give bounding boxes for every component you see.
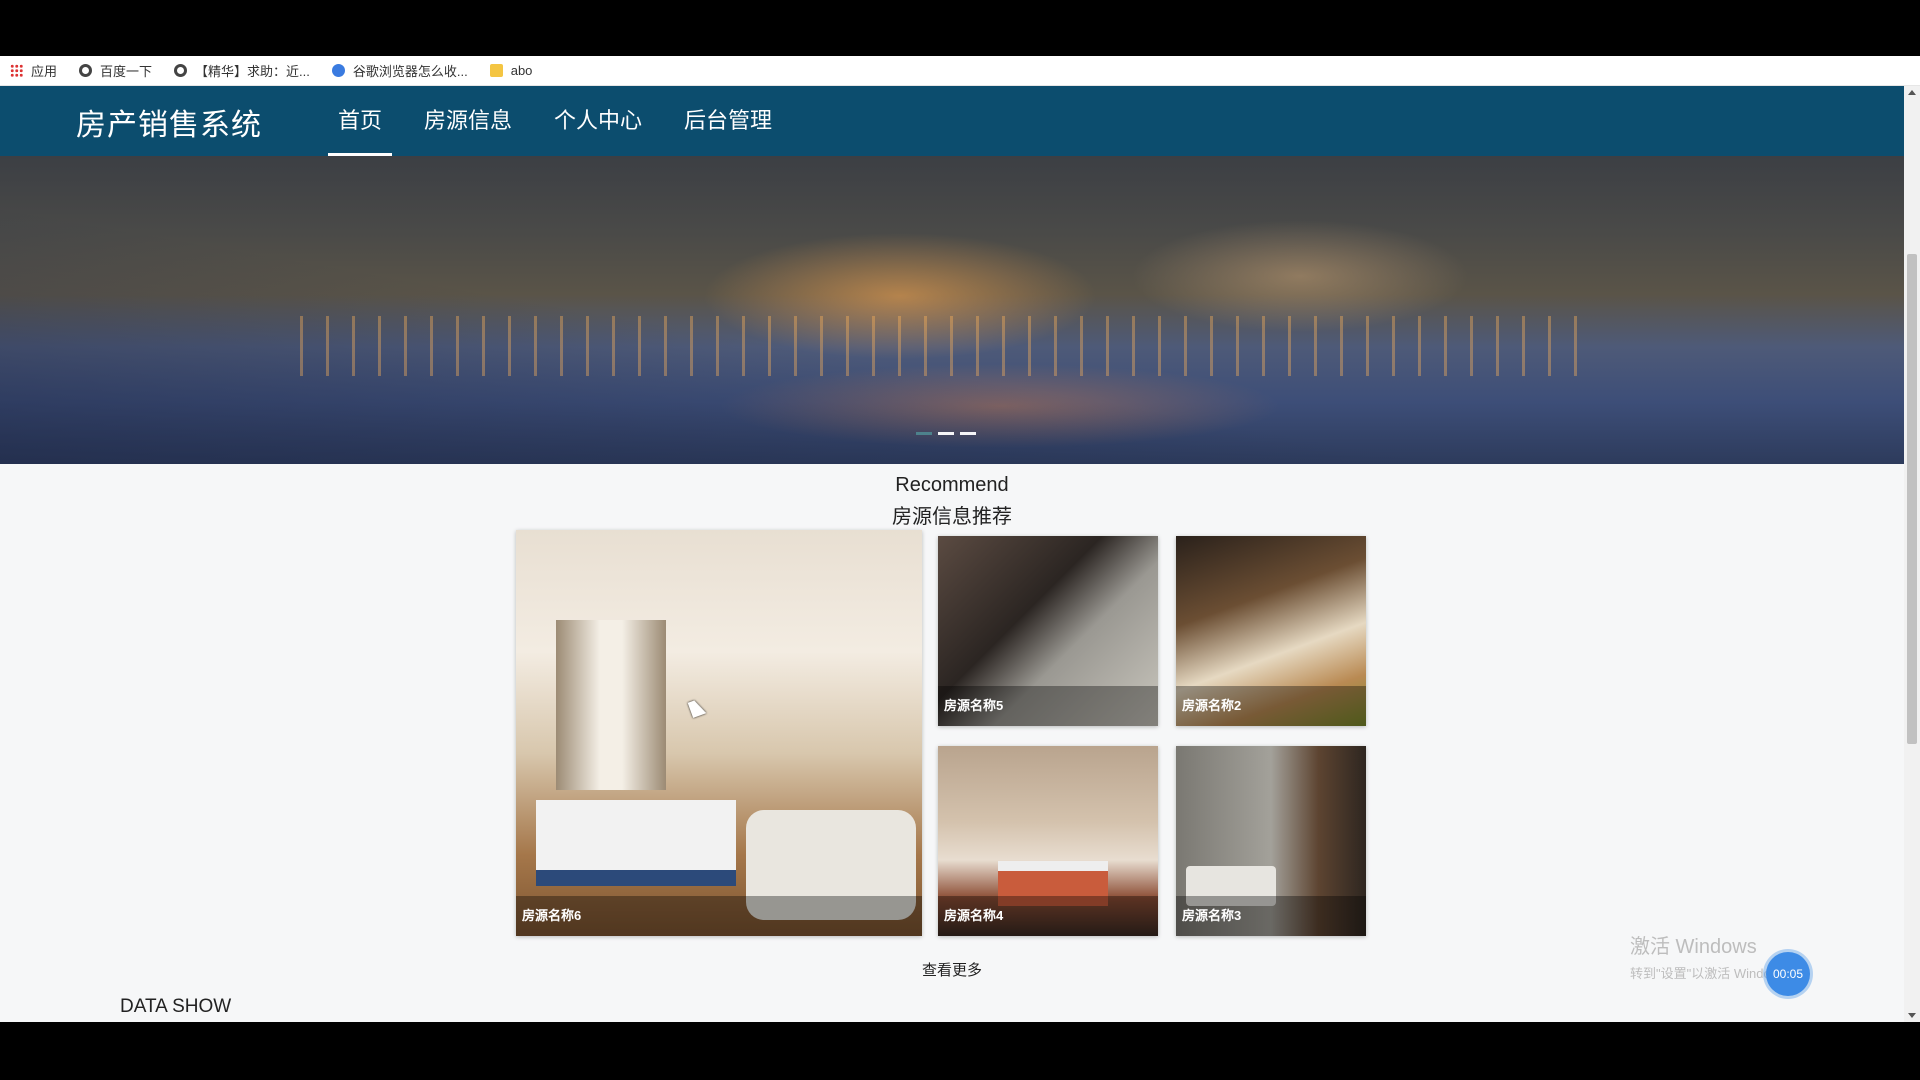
bookmark-label: 百度一下 — [100, 64, 153, 79]
bookmark-label: abo — [510, 63, 533, 78]
globe-icon — [79, 64, 93, 77]
listing-name: 房源名称6 — [516, 896, 922, 936]
bookmarks-bar: 应用 百度一下 【精华】求助：近... 谷歌浏览器怎么收... abo — [0, 56, 1920, 86]
view-more-link[interactable]: 查看更多 — [0, 959, 1904, 980]
page-viewport: 房产销售系统 首页 房源信息 个人中心 后台管理 Recommend 房源信息推… — [0, 86, 1904, 1022]
bookmark-abo[interactable]: abo — [489, 63, 533, 78]
listing-card-4[interactable]: 房源名称4 — [938, 746, 1158, 936]
scroll-up-arrow-icon[interactable] — [1908, 90, 1916, 95]
recommend-title-en: Recommend — [895, 474, 1009, 496]
screen-bottom-bar — [0, 1022, 1920, 1080]
nav-item-profile[interactable]: 个人中心 — [544, 86, 652, 156]
bookmark-label: 【精华】求助：近... — [195, 64, 310, 79]
nav-menu: 首页 房源信息 个人中心 后台管理 — [328, 86, 804, 156]
recommend-title-cn: 房源信息推荐 — [892, 506, 1012, 528]
listing-card-5[interactable]: 房源名称5 — [938, 536, 1158, 726]
listing-card-6[interactable]: 房源名称6 — [516, 530, 922, 936]
room-window-image — [556, 620, 666, 790]
room-bed-image — [536, 800, 736, 886]
baidu-paw-icon — [331, 64, 345, 77]
listing-name: 房源名称4 — [938, 896, 1158, 936]
bookmark-label: 应用 — [31, 64, 58, 79]
hero-carousel[interactable] — [0, 156, 1904, 464]
top-nav: 房产销售系统 首页 房源信息 个人中心 后台管理 — [0, 86, 1904, 156]
apps-grid-icon — [10, 64, 23, 77]
listing-card-3[interactable]: 房源名称3 — [1176, 746, 1366, 936]
bookmark-apps[interactable]: 应用 — [10, 61, 57, 80]
scroll-down-arrow-icon[interactable] — [1908, 1013, 1916, 1018]
bookmark-help[interactable]: 【精华】求助：近... — [174, 61, 310, 80]
page-scrollbar[interactable] — [1904, 86, 1920, 1022]
banner-image — [0, 156, 1904, 464]
carousel-indicators — [916, 432, 976, 435]
scrollbar-thumb[interactable] — [1907, 254, 1917, 744]
recording-timer[interactable]: 00:05 — [1766, 952, 1810, 996]
listing-card-2[interactable]: 房源名称2 — [1176, 536, 1366, 726]
globe-icon — [174, 64, 188, 77]
listing-name: 房源名称2 — [1176, 686, 1366, 726]
site-brand[interactable]: 房产销售系统 — [76, 100, 262, 144]
listing-name: 房源名称5 — [938, 686, 1158, 726]
bookmark-chrome-tips[interactable]: 谷歌浏览器怎么收... — [331, 61, 468, 80]
screen-top-bar — [0, 0, 1920, 56]
bookmark-baidu[interactable]: 百度一下 — [79, 61, 152, 80]
nav-item-listings[interactable]: 房源信息 — [414, 86, 522, 156]
bookmark-label: 谷歌浏览器怎么收... — [352, 64, 468, 79]
carousel-dot-3[interactable] — [960, 432, 976, 435]
listing-name: 房源名称3 — [1176, 896, 1366, 936]
data-show-title: DATA SHOW — [120, 996, 232, 1017]
watermark-line1: 激活 Windows — [1630, 936, 1757, 958]
carousel-dot-1[interactable] — [916, 432, 932, 435]
nav-item-admin[interactable]: 后台管理 — [674, 86, 782, 156]
nav-item-home[interactable]: 首页 — [328, 86, 393, 156]
banner-image-lights — [300, 316, 1600, 376]
folder-icon — [489, 64, 503, 77]
carousel-dot-2[interactable] — [938, 432, 954, 435]
